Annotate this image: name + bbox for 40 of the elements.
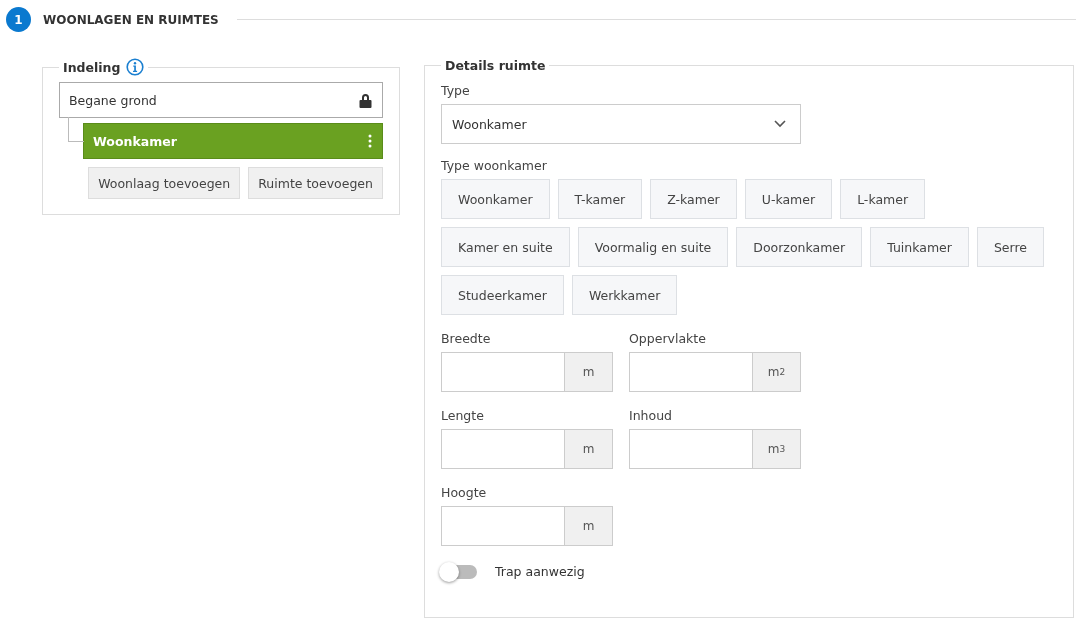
- section-title: WOONLAGEN EN RUIMTES: [43, 12, 219, 27]
- field-label: Type: [441, 83, 471, 98]
- field-label: Oppervlakte: [629, 331, 707, 346]
- input-field[interactable]: [629, 352, 753, 392]
- toggle-label: Trap aanwezig: [495, 564, 585, 579]
- room-type-option[interactable]: T-kamer: [557, 179, 643, 219]
- input-field[interactable]: [441, 506, 565, 546]
- room-type-option[interactable]: Werkkamer: [571, 275, 678, 315]
- toggle-switch[interactable]: [441, 564, 477, 579]
- panel-legend: Details ruimte: [445, 58, 546, 73]
- room-type-option[interactable]: Doorzonkamer: [736, 227, 863, 267]
- step-number: 1: [6, 7, 31, 32]
- field-label: Hoogte: [441, 485, 488, 500]
- room-type-option[interactable]: Woonkamer: [441, 179, 550, 219]
- unit-label: m: [565, 352, 613, 392]
- field-label: Breedte: [441, 331, 492, 346]
- input-field[interactable]: [441, 352, 565, 392]
- room-type-option[interactable]: Z-kamer: [650, 179, 737, 219]
- room-type-option[interactable]: Tuinkamer: [870, 227, 969, 267]
- field-label: Inhoud: [629, 408, 674, 423]
- input-field[interactable]: [629, 429, 753, 469]
- info-icon[interactable]: [126, 58, 145, 76]
- room-type-option[interactable]: Serre: [976, 227, 1045, 267]
- room-type-option[interactable]: Voormalig en suite: [577, 227, 729, 267]
- room-type-option[interactable]: Kamer en suite: [441, 227, 570, 267]
- room-type-option[interactable]: U-kamer: [744, 179, 833, 219]
- panel-legend: Indeling: [63, 59, 121, 75]
- unit-label: m: [565, 506, 613, 546]
- add-button[interactable]: Woonlaag toevoegen: [88, 167, 241, 199]
- field-label: Type woonkamer: [441, 158, 548, 173]
- tree-item[interactable]: Begane grond: [59, 82, 383, 118]
- room-type-option[interactable]: L-kamer: [840, 179, 926, 219]
- field-label: Lengte: [441, 408, 485, 423]
- more-icon[interactable]: [368, 134, 372, 148]
- add-button[interactable]: Ruimte toevoegen: [248, 167, 383, 199]
- room-type-option[interactable]: Studeerkamer: [441, 275, 564, 315]
- input-field[interactable]: [441, 429, 565, 469]
- unit-label: m: [565, 429, 613, 469]
- chevron-down-icon: [774, 120, 786, 128]
- type-dropdown[interactable]: Woonkamer: [441, 104, 801, 144]
